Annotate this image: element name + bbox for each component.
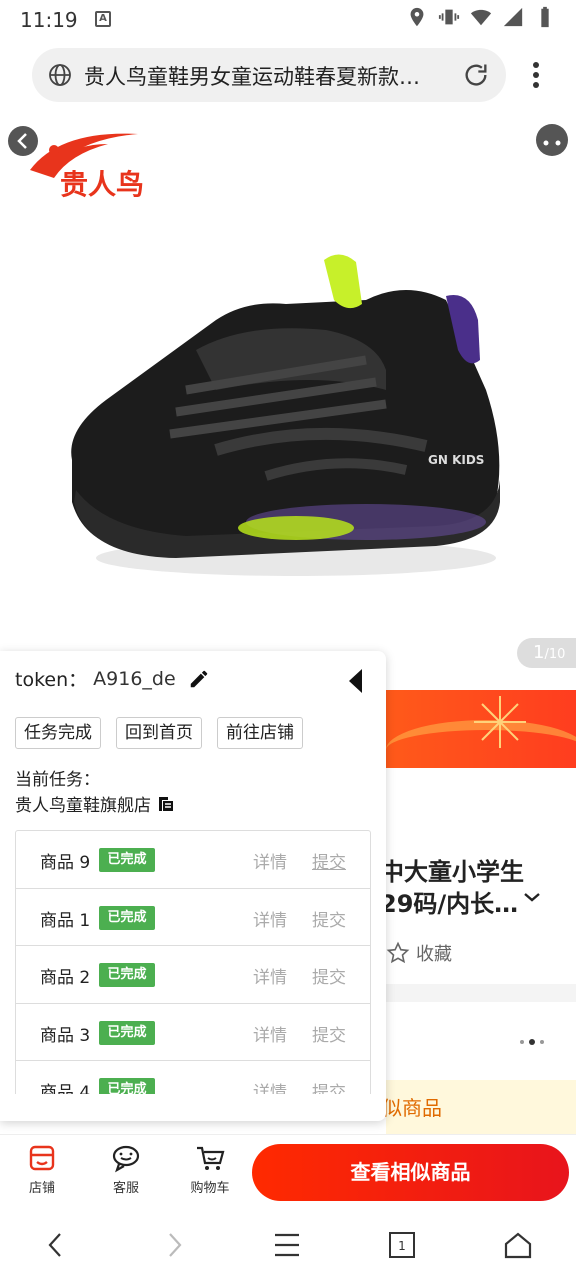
firework-decoration bbox=[474, 696, 526, 748]
status-badge: 已完成 bbox=[99, 1078, 155, 1094]
cart-icon bbox=[197, 1146, 225, 1170]
item-detail-link[interactable]: 详情 bbox=[253, 1078, 287, 1094]
status-time: 11:19 bbox=[20, 8, 78, 32]
list-item: 商品 9 已完成 详情 提交 bbox=[16, 831, 370, 889]
item-detail-link[interactable]: 详情 bbox=[253, 963, 287, 988]
url-text[interactable]: 贵人鸟童鞋男女童运动鞋春夏新款… bbox=[84, 61, 454, 91]
back-icon[interactable] bbox=[41, 1230, 71, 1260]
keyboard-indicator-icon: A bbox=[95, 11, 111, 27]
product-title-line2: 29码/内长… bbox=[380, 890, 519, 918]
forward-icon[interactable] bbox=[159, 1230, 189, 1260]
item-submit-link[interactable]: 提交 bbox=[312, 1078, 346, 1094]
list-item: 商品 4 已完成 详情 提交 bbox=[16, 1061, 370, 1094]
edit-icon[interactable] bbox=[188, 668, 210, 690]
bottom-action-bar: 店铺 客服 购物车 查看相似商品 bbox=[0, 1134, 576, 1210]
chat-icon bbox=[112, 1145, 140, 1173]
item-detail-link[interactable]: 详情 bbox=[253, 906, 287, 931]
vibrate-icon bbox=[438, 9, 460, 25]
status-icons bbox=[406, 6, 556, 28]
current-task-label: 当前任务： bbox=[15, 770, 100, 790]
product-title-line1: 中大童小学生 bbox=[380, 858, 524, 886]
item-name: 商品 9 bbox=[40, 853, 91, 873]
chevron-down-icon[interactable] bbox=[522, 890, 542, 904]
battery-icon bbox=[541, 6, 549, 28]
item-submit-link[interactable]: 提交 bbox=[312, 963, 346, 988]
location-icon bbox=[410, 7, 424, 27]
brand-logo-text: 贵人鸟 bbox=[60, 168, 144, 200]
cart-button[interactable]: 购物车 bbox=[180, 1143, 240, 1196]
shop-button[interactable]: 店铺 bbox=[12, 1143, 72, 1196]
image-page-indicator: 1/10 bbox=[517, 638, 576, 668]
token-label: token： bbox=[15, 669, 88, 691]
more-dots-icon[interactable] bbox=[520, 1039, 544, 1045]
item-name: 商品 2 bbox=[40, 968, 91, 988]
reload-icon[interactable] bbox=[462, 61, 490, 89]
list-item: 商品 1 已完成 详情 提交 bbox=[16, 889, 370, 946]
spec-card[interactable] bbox=[386, 1002, 576, 1080]
shop-name: 贵人鸟童鞋旗舰店 bbox=[15, 796, 151, 816]
more-vert-icon[interactable] bbox=[524, 58, 548, 92]
item-submit-link[interactable]: 提交 bbox=[312, 906, 346, 931]
system-nav-bar: 1 bbox=[0, 1210, 576, 1280]
item-submit-link[interactable]: 提交 bbox=[312, 848, 346, 873]
service-label: 客服 bbox=[112, 1181, 139, 1196]
product-shoe-image: GN KIDS bbox=[71, 254, 500, 576]
star-icon bbox=[386, 941, 410, 964]
item-name: 商品 3 bbox=[40, 1025, 91, 1046]
token-value: A916_de bbox=[93, 667, 176, 690]
overlay-button-row: 任务完成 回到首页 前往店铺 bbox=[15, 717, 303, 749]
promo-banner bbox=[386, 690, 576, 768]
list-item: 商品 3 已完成 详情 提交 bbox=[16, 1004, 370, 1061]
page-current: 1 bbox=[533, 642, 545, 663]
status-badge: 已完成 bbox=[99, 905, 155, 930]
task-overlay-panel: token： A916_de 任务完成 回到首页 前往店铺 当前任务： 贵人鸟童… bbox=[0, 651, 386, 1121]
shop-label: 店铺 bbox=[28, 1181, 55, 1196]
address-bar[interactable]: 贵人鸟童鞋男女童运动鞋春夏新款… bbox=[32, 48, 506, 102]
status-badge: 已完成 bbox=[99, 1020, 155, 1045]
item-detail-link[interactable]: 详情 bbox=[253, 848, 287, 873]
go-store-button[interactable]: 前往店铺 bbox=[217, 717, 303, 749]
image-more-button[interactable] bbox=[536, 124, 568, 156]
status-badge: 已完成 bbox=[99, 848, 155, 872]
signal-icon bbox=[503, 7, 523, 27]
section-divider bbox=[386, 984, 576, 1002]
globe-icon bbox=[49, 64, 71, 86]
status-bar: 11:19 A bbox=[0, 0, 576, 36]
view-similar-button[interactable]: 查看相似商品 bbox=[252, 1144, 569, 1201]
product-title[interactable]: 中大童小学生 29码/内长… bbox=[380, 856, 524, 920]
shoe-badge-text: GN KIDS bbox=[428, 453, 484, 467]
similar-strip-text: 似商品 bbox=[382, 1096, 442, 1120]
item-name: 商品 4 bbox=[40, 1083, 91, 1094]
favorite-button[interactable]: 收藏 bbox=[386, 940, 452, 966]
wifi-icon bbox=[470, 9, 492, 26]
customer-service-button[interactable]: 客服 bbox=[96, 1143, 156, 1196]
cart-label: 购物车 bbox=[190, 1181, 230, 1196]
favorite-label: 收藏 bbox=[416, 944, 452, 965]
screen: 11:19 A 贵人鸟童鞋男女童运动鞋春夏新款… 贵人鸟 GN KIDS 1/1… bbox=[0, 0, 576, 1280]
item-submit-link[interactable]: 提交 bbox=[312, 1021, 346, 1046]
tab-count: 1 bbox=[398, 1239, 406, 1253]
shop-name-row: 贵人鸟童鞋旗舰店 bbox=[15, 791, 175, 816]
token-row: token： A916_de bbox=[15, 665, 210, 692]
image-back-button[interactable] bbox=[8, 126, 38, 156]
page-total: /10 bbox=[544, 647, 566, 662]
home-icon[interactable] bbox=[503, 1230, 533, 1260]
tabs-icon[interactable]: 1 bbox=[387, 1230, 417, 1260]
back-home-button[interactable]: 回到首页 bbox=[116, 717, 202, 749]
list-item: 商品 2 已完成 详情 提交 bbox=[16, 946, 370, 1004]
item-detail-link[interactable]: 详情 bbox=[253, 1021, 287, 1046]
task-complete-button[interactable]: 任务完成 bbox=[15, 717, 101, 749]
menu-icon[interactable] bbox=[272, 1230, 302, 1260]
item-name: 商品 1 bbox=[40, 910, 91, 931]
shop-icon bbox=[29, 1145, 55, 1171]
brand-logo: 贵人鸟 bbox=[30, 133, 144, 200]
status-badge: 已完成 bbox=[99, 963, 155, 987]
task-item-list: 商品 9 已完成 详情 提交 商品 1 已完成 详情 提交 商品 2 已完成 详… bbox=[15, 830, 371, 1094]
copy-icon[interactable] bbox=[157, 795, 175, 813]
collapse-panel-icon[interactable] bbox=[346, 667, 366, 695]
